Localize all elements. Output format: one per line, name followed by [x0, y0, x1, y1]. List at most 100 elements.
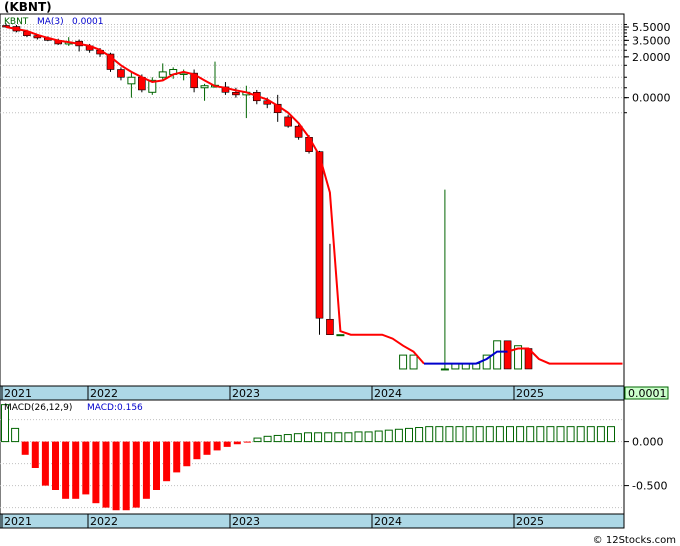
candle-body-up: [399, 354, 408, 370]
macd-bar-positive: [344, 432, 353, 443]
macd-bar-negative: [82, 441, 90, 495]
macd-bar-negative: [132, 441, 140, 508]
price-y-tick-label: 5.5000: [632, 21, 671, 34]
macd-bar-negative: [243, 441, 251, 443]
x-axis-tick-label: 2025: [516, 515, 544, 528]
macd-bar-negative: [52, 441, 59, 490]
current-price-label: 0.0001: [628, 387, 667, 400]
candle-body-down: [232, 91, 240, 96]
macd-bar-positive: [485, 426, 494, 443]
macd-bar-positive: [384, 429, 393, 443]
macd-bar-negative: [153, 441, 160, 490]
x-axis-tick-label: 2022: [90, 515, 118, 528]
macd-bar-positive: [516, 426, 525, 443]
candle-body-down: [284, 116, 292, 127]
macd-bar-positive: [596, 426, 605, 443]
macd-bar-positive: [273, 434, 282, 443]
price-panel: [0, 13, 625, 387]
candle-body-down: [305, 137, 313, 152]
macd-bar-negative: [122, 441, 130, 511]
x-axis-tick-label: 2024: [374, 515, 402, 528]
legend-ma-value: 0.0001: [72, 17, 104, 27]
macd-bar-positive: [11, 427, 20, 443]
x-axis-tick-label: 2023: [232, 387, 260, 400]
candle-body-up: [493, 340, 502, 370]
macd-bar-positive: [324, 432, 333, 443]
candle-body-up: [336, 334, 345, 337]
macd-bar-positive: [566, 426, 575, 443]
candle-body-up: [158, 71, 167, 78]
macd-bar-negative: [21, 441, 29, 455]
macd-bar-negative: [41, 441, 49, 486]
price-y-tick-label: 0.0000: [632, 92, 671, 105]
legend-symbol: KBNT: [4, 17, 29, 27]
candle-body-up: [409, 354, 418, 370]
macd-bar-positive: [253, 437, 262, 443]
x-axis-tick-label: 2021: [4, 515, 32, 528]
macd-bar-negative: [112, 441, 120, 511]
macd-y-tick-label: 0.000: [632, 436, 664, 449]
macd-bar-negative: [233, 441, 241, 445]
macd-bar-positive: [465, 426, 474, 443]
macd-bar-positive: [314, 432, 323, 443]
macd-bar-negative: [62, 441, 70, 499]
macd-bar-positive: [394, 428, 403, 443]
macd-bar-positive: [405, 427, 413, 443]
macd-bar-negative: [223, 441, 231, 447]
candle-body-up: [440, 368, 449, 371]
macd-bar-positive: [354, 431, 363, 443]
macd-bar-negative: [102, 441, 110, 508]
macd-bar-positive: [435, 426, 444, 443]
macd-bar-positive: [374, 430, 383, 443]
macd-bar-negative: [193, 441, 201, 460]
candle-body-down: [315, 151, 324, 319]
macd-bar-positive: [586, 426, 595, 443]
site-credit: © 12Stocks.com: [592, 535, 676, 546]
macd-bar-negative: [203, 441, 211, 455]
candle-body-down: [503, 340, 512, 370]
price-y-axis: 5.50003.5000 2.0000 0.0000: [624, 21, 671, 114]
macd-bar-positive: [536, 426, 545, 443]
macd-bar-negative: [142, 441, 150, 499]
macd-y-axis: 0.000 -0.500: [624, 436, 667, 493]
candle-body-down: [117, 69, 125, 78]
x-axis-tick-label: 2021: [4, 387, 32, 400]
macd-bar-positive: [293, 433, 302, 443]
macd-bar-positive: [556, 426, 565, 443]
macd-bar-negative: [163, 441, 171, 482]
candle-body-up: [200, 85, 209, 89]
candle-body-up: [127, 76, 136, 85]
macd-bar-positive: [415, 427, 424, 443]
macd-bar-positive: [526, 426, 535, 443]
macd-bar-negative: [173, 441, 181, 473]
macd-bar-positive: [546, 426, 555, 443]
macd-bar-negative: [183, 441, 191, 467]
macd-bar-positive: [334, 432, 343, 443]
macd-bar-negative: [31, 441, 39, 468]
price-y-tick-label: 3.5000: [632, 34, 671, 47]
x-axis-tick-label: 2022: [90, 387, 118, 400]
macd-bar-positive: [425, 426, 434, 443]
macd-bar-positive: [364, 431, 373, 443]
macd-bar-negative: [72, 441, 80, 499]
stock-chart: 5.50003.5000 2.0000 0.0000 KBNT MA(3) 0.00…: [0, 13, 671, 529]
x-axis-tick-label: 2025: [516, 387, 544, 400]
macd-bar-positive: [576, 426, 585, 443]
macd-bar-positive: [445, 426, 454, 443]
macd-legend-value: MACD:0.156: [87, 403, 143, 413]
macd-bar-negative: [213, 441, 221, 451]
macd-bar-negative: [92, 441, 100, 504]
macd-bar-positive: [304, 432, 312, 443]
macd-bar-positive: [263, 435, 272, 443]
macd-bar-positive: [495, 426, 504, 443]
legend-ma-label: MA(3): [37, 17, 64, 27]
macd-legend-label: MACD(26,12,9): [4, 403, 72, 413]
macd-bar-positive: [455, 426, 464, 443]
macd-bar-positive: [607, 426, 615, 443]
macd-y-tick-label: -0.500: [632, 480, 667, 493]
price-y-tick-label: 2.0000: [632, 51, 671, 64]
candle-body-down: [326, 318, 334, 335]
macd-bar-positive: [506, 426, 514, 443]
x-axis-tick-label: 2024: [374, 387, 402, 400]
macd-bar-positive: [475, 426, 484, 443]
